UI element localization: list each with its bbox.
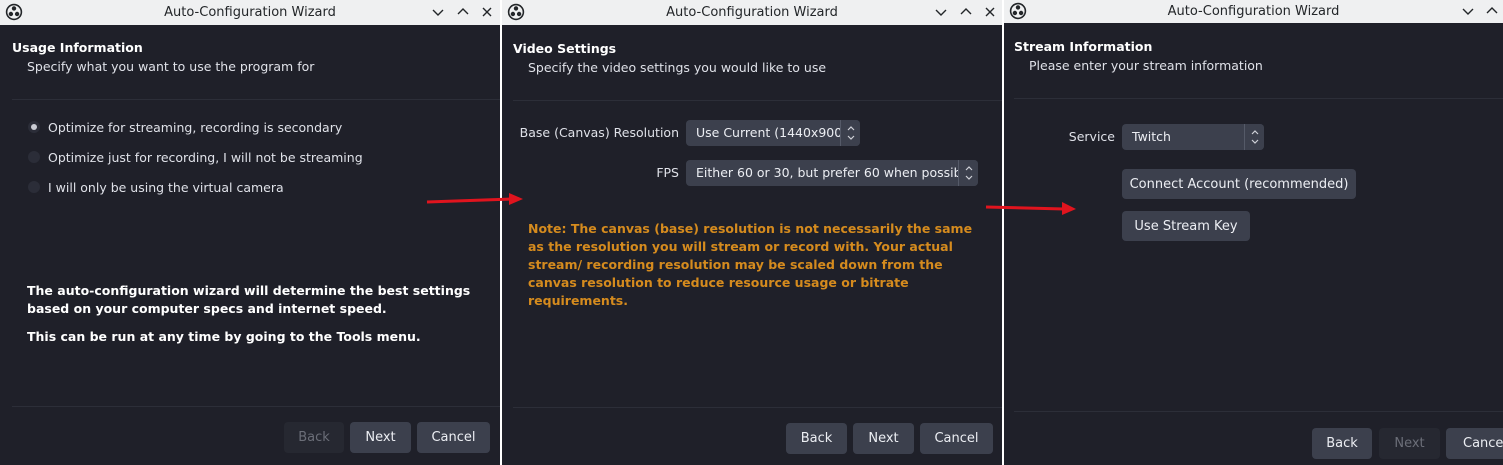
radio-label: I will only be using the virtual camera	[48, 179, 284, 195]
combo-arrows-icon	[1244, 124, 1264, 150]
resolution-label: Base (Canvas) Resolution	[519, 125, 679, 140]
service-value: Twitch	[1132, 129, 1171, 144]
next-button[interactable]: Next	[350, 422, 411, 453]
back-button[interactable]: Back	[786, 423, 847, 454]
radio-label: Optimize just for recording, I will not …	[48, 149, 363, 165]
radio-label: Optimize for streaming, recording is sec…	[48, 119, 343, 135]
cancel-button[interactable]: Cancel	[920, 423, 993, 454]
radio-virtual-camera[interactable]: I will only be using the virtual camera	[28, 178, 284, 196]
page-subtitle: Please enter your stream information	[1029, 58, 1263, 73]
cancel-button[interactable]: Cancel	[417, 422, 490, 453]
back-button[interactable]: Back	[284, 422, 344, 453]
next-button[interactable]: Next	[1379, 428, 1440, 459]
window-title: Auto-Configuration Wizard	[1167, 4, 1340, 19]
maximize-icon[interactable]	[957, 3, 975, 21]
use-stream-key-button[interactable]: Use Stream Key	[1122, 211, 1250, 241]
page-title: Stream Information	[1014, 39, 1153, 54]
red-arrow-icon	[985, 202, 1076, 215]
resolution-select[interactable]: Use Current (1440x900)	[686, 120, 860, 146]
titlebar[interactable]: Auto-Configuration Wizard	[0, 0, 500, 25]
page-title: Video Settings	[513, 41, 617, 56]
cancel-button[interactable]: Cancel	[1446, 428, 1503, 459]
info-text: The auto-configuration wizard will deter…	[27, 283, 471, 316]
footer-divider	[1014, 411, 1503, 412]
header-divider	[1014, 98, 1503, 99]
info-text-tools: This can be run at any time by going to …	[27, 329, 421, 344]
radio-unchecked-icon[interactable]	[28, 151, 40, 163]
back-button[interactable]: Back	[1312, 428, 1372, 459]
page-title: Usage Information	[12, 40, 143, 55]
combo-arrows-icon	[958, 160, 978, 186]
fps-value: Either 60 or 30, but prefer 60 when poss…	[696, 165, 973, 180]
header-divider	[12, 99, 500, 100]
red-arrow-icon	[426, 193, 523, 205]
page-subtitle: Specify the video settings you would lik…	[528, 60, 827, 75]
resolution-note: Note: The canvas (base) resolution is no…	[528, 221, 973, 308]
radio-unchecked-icon[interactable]	[28, 181, 40, 193]
minimize-icon[interactable]	[1459, 2, 1477, 20]
wizard-window-usage: Auto-Configuration Wizard Usage Informat…	[0, 0, 500, 465]
connect-account-button[interactable]: Connect Account (recommended)	[1122, 169, 1356, 199]
close-icon[interactable]	[478, 3, 496, 21]
footer-divider	[513, 407, 1002, 408]
fps-label: FPS	[656, 165, 679, 180]
window-title: Auto-Configuration Wizard	[666, 5, 838, 20]
minimize-icon[interactable]	[932, 3, 950, 21]
resolution-value: Use Current (1440x900)	[696, 125, 848, 140]
header-divider	[513, 100, 1002, 101]
maximize-icon[interactable]	[1483, 2, 1501, 20]
radio-streaming[interactable]: Optimize for streaming, recording is sec…	[28, 118, 342, 136]
minimize-icon[interactable]	[429, 3, 447, 21]
wizard-window-stream: Auto-Configuration Wizard Stream Informa…	[1004, 0, 1503, 465]
titlebar[interactable]: Auto-Configuration Wizard	[1004, 0, 1503, 23]
service-label: Service	[1068, 129, 1115, 144]
titlebar[interactable]: Auto-Configuration Wizard	[502, 0, 1002, 25]
footer-divider	[12, 406, 500, 407]
radio-recording[interactable]: Optimize just for recording, I will not …	[28, 148, 363, 166]
fps-select[interactable]: Either 60 or 30, but prefer 60 when poss…	[686, 160, 978, 186]
service-select[interactable]: Twitch	[1122, 124, 1264, 150]
window-title: Auto-Configuration Wizard	[164, 5, 336, 20]
page-subtitle: Specify what you want to use the program…	[27, 59, 315, 74]
combo-arrows-icon	[840, 120, 860, 146]
next-button[interactable]: Next	[853, 423, 914, 454]
radio-checked-icon[interactable]	[28, 121, 40, 133]
close-icon[interactable]	[981, 3, 999, 21]
maximize-icon[interactable]	[454, 3, 472, 21]
